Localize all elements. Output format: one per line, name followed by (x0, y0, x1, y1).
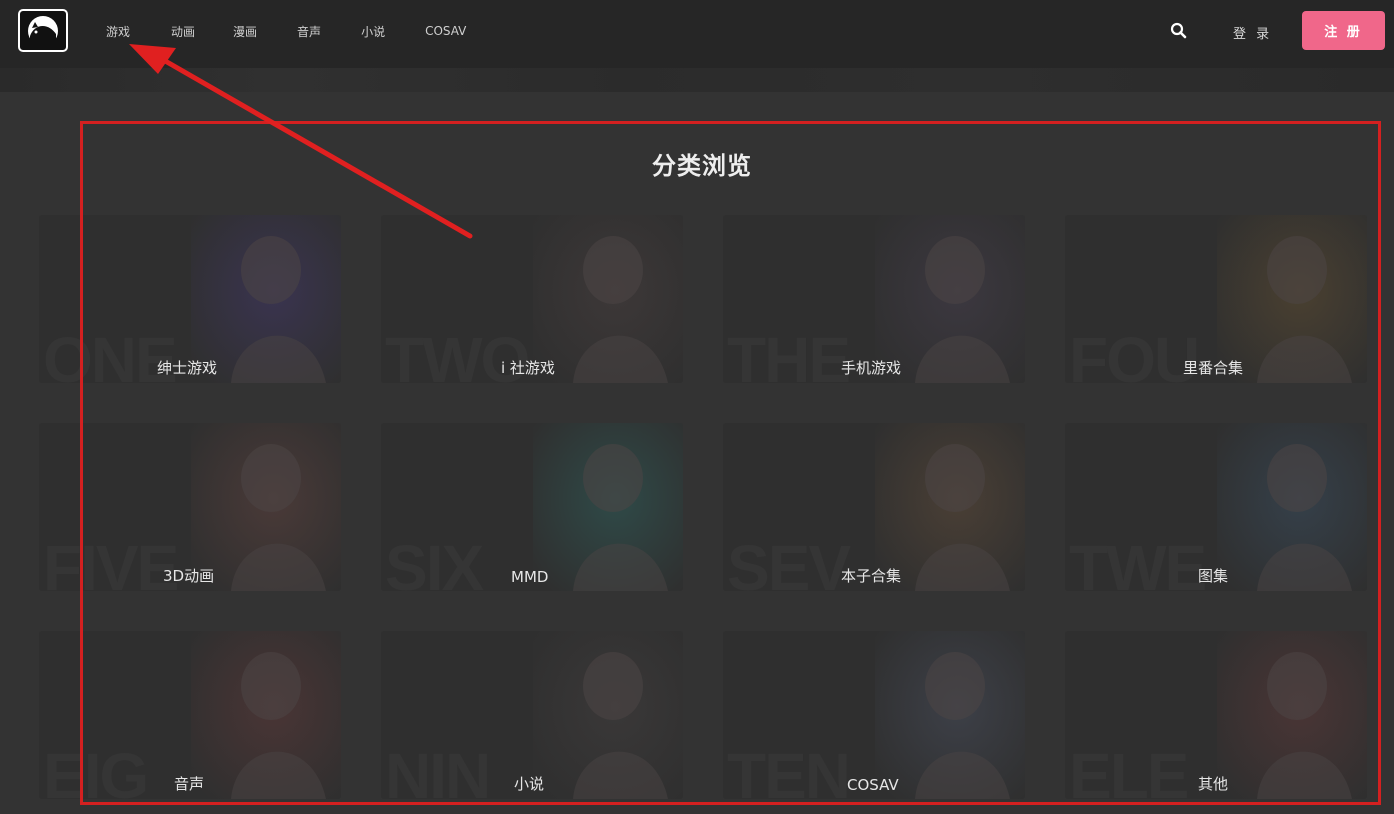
category-card[interactable]: EIG 音声 (39, 631, 341, 799)
category-label: 3D动画 (163, 567, 215, 585)
search-icon[interactable] (1170, 22, 1188, 40)
nav-item-games[interactable]: 游戏 (106, 23, 130, 40)
category-label: 里番合集 (1183, 359, 1244, 377)
nav-item-novels[interactable]: 小说 (361, 23, 385, 40)
category-card[interactable]: FIVE 3D动画 (39, 423, 341, 591)
category-label: COSAV (847, 776, 899, 794)
category-card[interactable]: FOU 里番合集 (1065, 215, 1367, 383)
category-card[interactable]: ONE 绅士游戏 (39, 215, 341, 383)
banner-strip (0, 68, 1394, 92)
category-label: 本子合集 (841, 567, 902, 585)
category-label: 音声 (174, 775, 205, 793)
category-card[interactable]: NIN 小说 (381, 631, 683, 799)
nav-item-comics[interactable]: 漫画 (233, 23, 257, 40)
category-label: 图集 (1198, 567, 1229, 585)
section-title: 分类浏览 (652, 152, 752, 180)
category-card[interactable]: TWO i 社游戏 (381, 215, 683, 383)
nav-item-anime[interactable]: 动画 (171, 23, 195, 40)
category-card[interactable]: TWE 图集 (1065, 423, 1367, 591)
nav-item-audio[interactable]: 音声 (297, 23, 321, 40)
category-label: MMD (511, 568, 549, 586)
register-button[interactable]: 注 册 (1302, 11, 1385, 50)
category-card[interactable]: SEV 本子合集 (723, 423, 1025, 591)
category-card[interactable]: ELE 其他 (1065, 631, 1367, 799)
category-card[interactable]: TEN COSAV (723, 631, 1025, 799)
cat-logo-icon[interactable] (18, 9, 68, 52)
login-link[interactable]: 登 录 (1233, 23, 1272, 42)
nav-item-cosav[interactable]: COSAV (425, 24, 466, 38)
category-label: i 社游戏 (501, 359, 555, 377)
main-nav: 游戏 动画 漫画 音声 小说 COSAV (106, 0, 506, 62)
category-label: 其他 (1198, 775, 1229, 793)
card-illustration (875, 631, 1025, 799)
card-illustration (533, 423, 683, 591)
category-label: 小说 (514, 775, 545, 793)
category-card[interactable]: THE 手机游戏 (723, 215, 1025, 383)
category-label: 手机游戏 (841, 359, 902, 377)
category-card[interactable]: SIX MMD (381, 423, 683, 591)
category-label: 绅士游戏 (157, 359, 218, 377)
